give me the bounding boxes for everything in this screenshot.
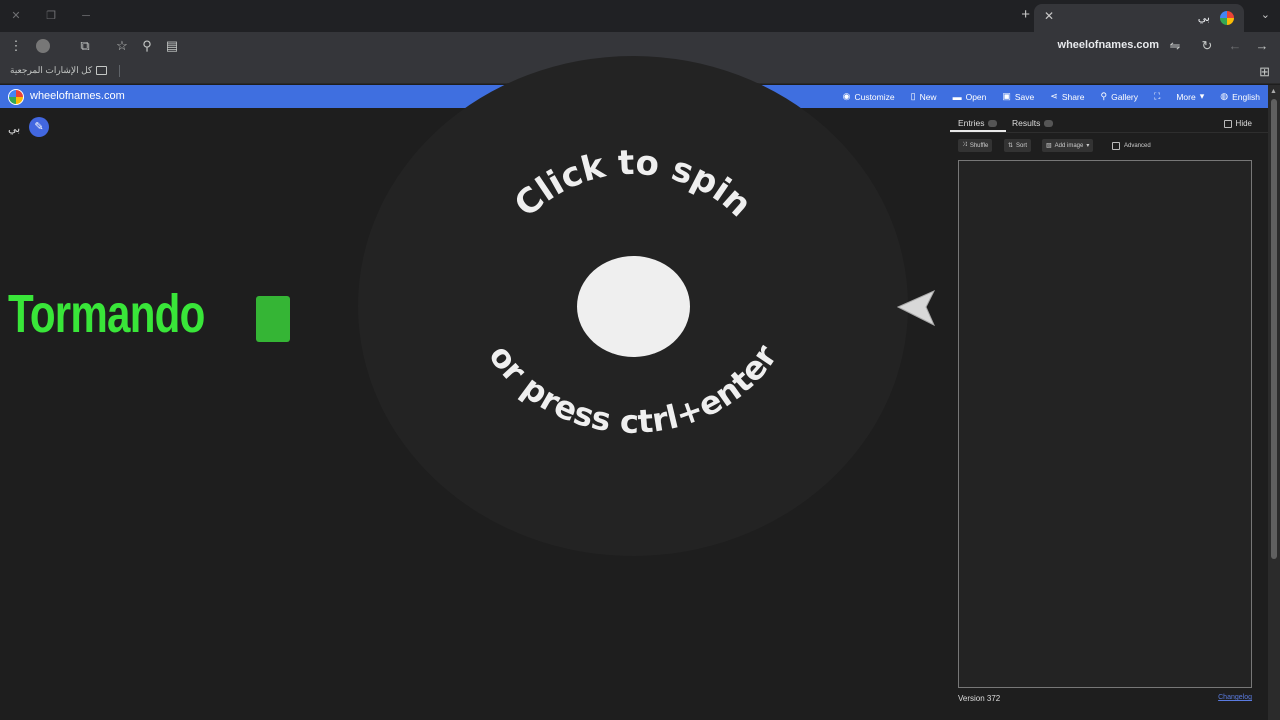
language-button[interactable]: ◍ English: [1220, 91, 1260, 102]
scrollbar-thumb[interactable]: [1271, 99, 1277, 559]
caret-down-icon: ▾: [1199, 91, 1205, 101]
menu-kebab-icon[interactable]: ⋮: [8, 38, 24, 54]
shuffle-button[interactable]: ⤨ Shuffle: [958, 139, 993, 152]
browser-tab[interactable]: ✕ بي: [1034, 4, 1244, 32]
profile-globe-icon[interactable]: [36, 39, 50, 53]
shuffle-icon: ⤨: [962, 142, 967, 148]
site-logo-icon[interactable]: [8, 89, 24, 105]
sort-button[interactable]: ⇅ Sort: [1004, 139, 1032, 152]
reading-mode-icon[interactable]: ▤: [164, 38, 180, 54]
new-tab-icon[interactable]: +: [1021, 6, 1030, 23]
site-settings-icon[interactable]: ⇋: [1167, 38, 1183, 54]
wheel-pointer-icon: [896, 289, 936, 327]
panel-divider: [950, 132, 1268, 133]
hide-checkbox[interactable]: [1223, 119, 1232, 128]
changelog-link[interactable]: Changelog: [1218, 694, 1252, 701]
address-bar-url[interactable]: wheelofnames.com: [1058, 39, 1159, 51]
advanced-toggle[interactable]: Advanced: [1112, 142, 1151, 150]
search-icon: ⚲: [1100, 91, 1108, 101]
apps-grid-icon[interactable]: ⊞: [1259, 64, 1270, 80]
fullscreen-button[interactable]: ⛶: [1154, 91, 1160, 102]
entries-panel: Entries Results Hide ⤨ Shuffle ⇅ Sort ▧ Add…: [950, 108, 1268, 720]
advanced-checkbox[interactable]: [1112, 142, 1120, 150]
entries-textbox[interactable]: [958, 160, 1252, 688]
site-name[interactable]: wheelofnames.com: [30, 90, 125, 102]
forward-arrow-icon[interactable]: →: [1254, 38, 1270, 54]
caret-down-icon: ▾: [1086, 143, 1090, 149]
window-minimize-icon[interactable]: ─: [79, 9, 93, 23]
edit-pencil-icon[interactable]: ✎: [29, 117, 49, 137]
sort-icon: ⇅: [1008, 143, 1014, 149]
tab-title: بي: [1197, 12, 1210, 24]
window-close-icon[interactable]: ✕: [9, 9, 23, 23]
extensions-icon[interactable]: ⧉: [77, 38, 93, 54]
back-arrow-icon[interactable]: ←: [1227, 38, 1243, 54]
globe-icon: ◍: [1220, 91, 1229, 101]
reload-icon[interactable]: ↻: [1199, 38, 1215, 54]
fullscreen-icon: ⛶: [1154, 91, 1161, 101]
floppy-icon: ▣: [1002, 91, 1011, 101]
zoom-icon[interactable]: ⚲: [139, 38, 155, 54]
new-button[interactable]: ▯ New: [911, 91, 937, 102]
tab-close-icon[interactable]: ✕: [1044, 9, 1054, 23]
hide-toggle[interactable]: Hide: [1223, 119, 1252, 128]
tab-entries[interactable]: Entries: [958, 118, 998, 128]
version-label: Version 372: [958, 694, 1001, 703]
browser-tabstrip: ✕ ❐ ─ + ✕ بي ⌄: [0, 0, 1280, 32]
bookmark-folder-icon: [96, 66, 107, 75]
gallery-button[interactable]: ⚲ Gallery: [1101, 91, 1139, 102]
share-button[interactable]: ⋖ Share: [1050, 91, 1084, 102]
stream-overlay-icon: [256, 296, 290, 342]
page-scrollbar[interactable]: ▲: [1268, 85, 1280, 720]
add-image-button[interactable]: ▧ Add image ▾: [1042, 139, 1094, 152]
wheel-center-hub[interactable]: [577, 256, 690, 357]
tab-search-chevron-icon[interactable]: ⌄: [1261, 8, 1270, 21]
results-count-badge: [1044, 119, 1054, 127]
tab-favicon-icon: [1220, 11, 1234, 25]
open-button[interactable]: ▬ Open: [953, 92, 987, 102]
click-to-spin-text: Click to spin: [507, 143, 759, 225]
folder-icon: ▬: [952, 91, 962, 102]
entries-count-badge: [988, 119, 998, 127]
file-icon: ▯: [910, 91, 916, 101]
window-restore-icon[interactable]: ❐: [44, 9, 58, 23]
share-icon: ⋖: [1050, 91, 1058, 101]
bookmarks-divider: [119, 65, 120, 77]
svg-text:Click to spin: Click to spin: [507, 143, 759, 225]
tab-results[interactable]: Results: [1012, 118, 1054, 128]
bookmark-star-icon[interactable]: ☆: [114, 38, 130, 54]
user-tag: بي: [8, 123, 21, 135]
all-bookmarks-label[interactable]: كل الإشارات المرجعية: [10, 65, 92, 76]
more-button[interactable]: More ▾: [1176, 91, 1204, 102]
save-button[interactable]: ▣ Save: [1002, 91, 1034, 102]
image-icon: ▧: [1046, 143, 1052, 149]
scroll-up-icon[interactable]: ▲: [1270, 88, 1277, 95]
stream-overlay-text: Tormando: [8, 284, 205, 344]
